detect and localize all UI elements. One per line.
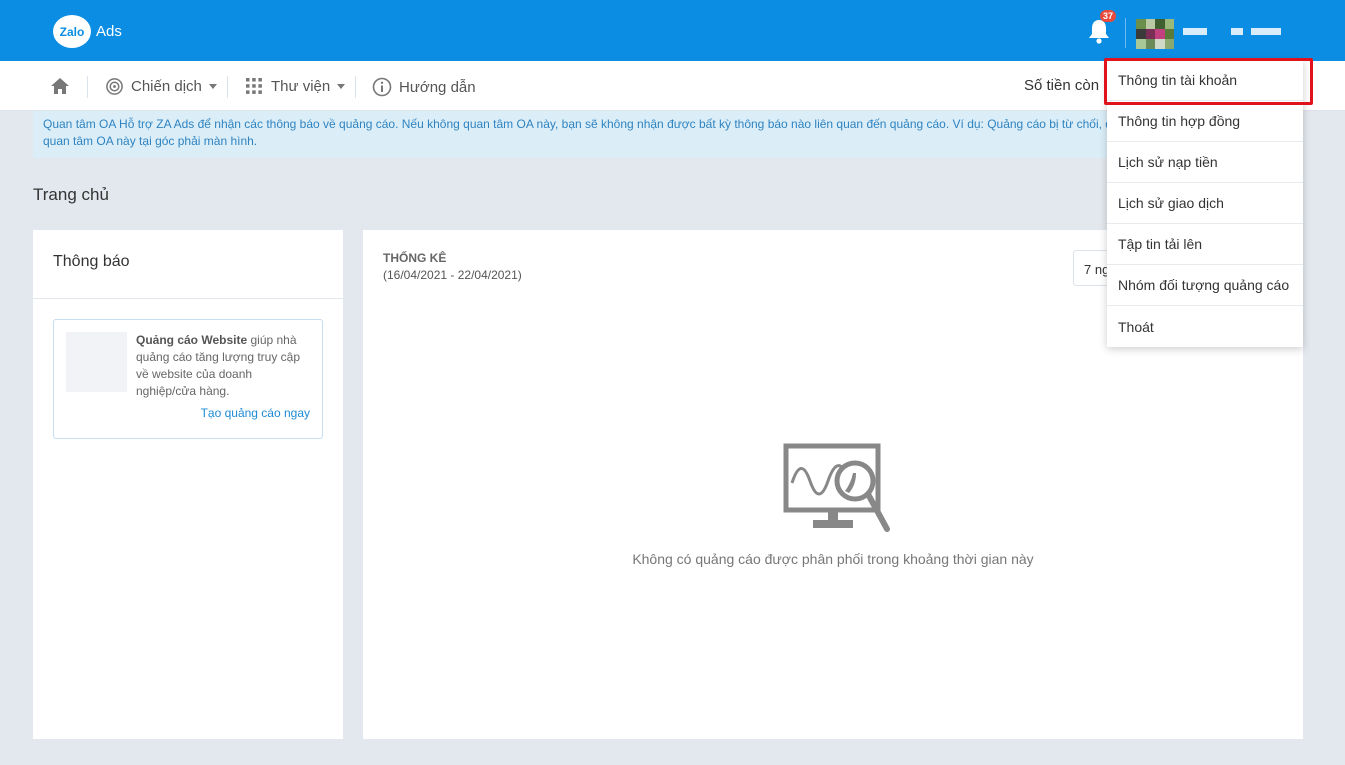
logo-ads-text: Ads (96, 23, 122, 40)
nav-guide[interactable]: Hướng dẫn (372, 77, 476, 97)
nav-separator (227, 76, 228, 98)
nav-library[interactable]: Thư viện (245, 77, 346, 95)
top-bar: Zalo Ads 37 (0, 0, 1345, 61)
page-title: Trang chủ (33, 185, 109, 204)
zalo-logo-badge: Zalo (53, 15, 91, 48)
menu-item[interactable]: Nhóm đối tượng quảng cáo (1107, 265, 1303, 306)
nav-guide-label: Hướng dẫn (399, 78, 476, 96)
nav-separator (355, 76, 356, 98)
info-icon (372, 77, 392, 97)
promo-image (66, 332, 127, 392)
target-icon (106, 78, 123, 95)
username-pixelated[interactable] (1183, 28, 1281, 35)
avatar[interactable] (1136, 19, 1174, 49)
chart-search-icon (783, 443, 890, 532)
nav-library-label: Thư viện (271, 77, 331, 95)
notifications-panel: Thông báo Quảng cáo Website giúp nhà quả… (33, 230, 343, 739)
menu-item[interactable]: Lịch sử giao dịch (1107, 183, 1303, 224)
home-icon[interactable] (50, 77, 70, 95)
menu-item[interactable]: Thoát (1107, 306, 1303, 347)
divider (33, 298, 343, 299)
promo-text: Quảng cáo Website giúp nhà quảng cáo tăn… (136, 332, 314, 400)
notification-count-badge: 37 (1100, 10, 1117, 22)
empty-state-message: Không có quảng cáo được phân phối trong … (632, 551, 1034, 567)
zalo-ads-logo[interactable]: Zalo Ads (53, 15, 122, 48)
menu-item[interactable]: Tập tin tải lên (1107, 224, 1303, 265)
balance-label: Số tiền còn lạ (1024, 77, 1115, 94)
stats-title: THỐNG KÊ (383, 251, 447, 265)
account-dropdown-menu: Thông tin tài khoản Thông tin hợp đồng Lịc… (1107, 60, 1303, 347)
menu-item[interactable]: Thông tin hợp đồng (1107, 101, 1303, 142)
grid-icon (246, 78, 262, 94)
menu-item[interactable]: Lịch sử nạp tiền (1107, 142, 1303, 183)
menu-item[interactable]: Thông tin tài khoản (1107, 60, 1303, 101)
nav-separator (87, 76, 88, 98)
notifications-title: Thông báo (53, 253, 130, 270)
nav-campaign[interactable]: Chiến dịch (105, 77, 217, 96)
nav-campaign-label: Chiến dịch (131, 78, 202, 95)
promo-card: Quảng cáo Website giúp nhà quảng cáo tăn… (53, 319, 323, 439)
promo-text-bold: Quảng cáo Website (136, 333, 248, 347)
stats-date-range: (16/04/2021 - 22/04/2021) (383, 268, 522, 282)
chevron-down-icon (337, 83, 346, 89)
header-divider (1125, 18, 1126, 48)
create-ad-link[interactable]: Tạo quảng cáo ngay (201, 406, 310, 420)
chevron-down-icon (208, 84, 217, 89)
